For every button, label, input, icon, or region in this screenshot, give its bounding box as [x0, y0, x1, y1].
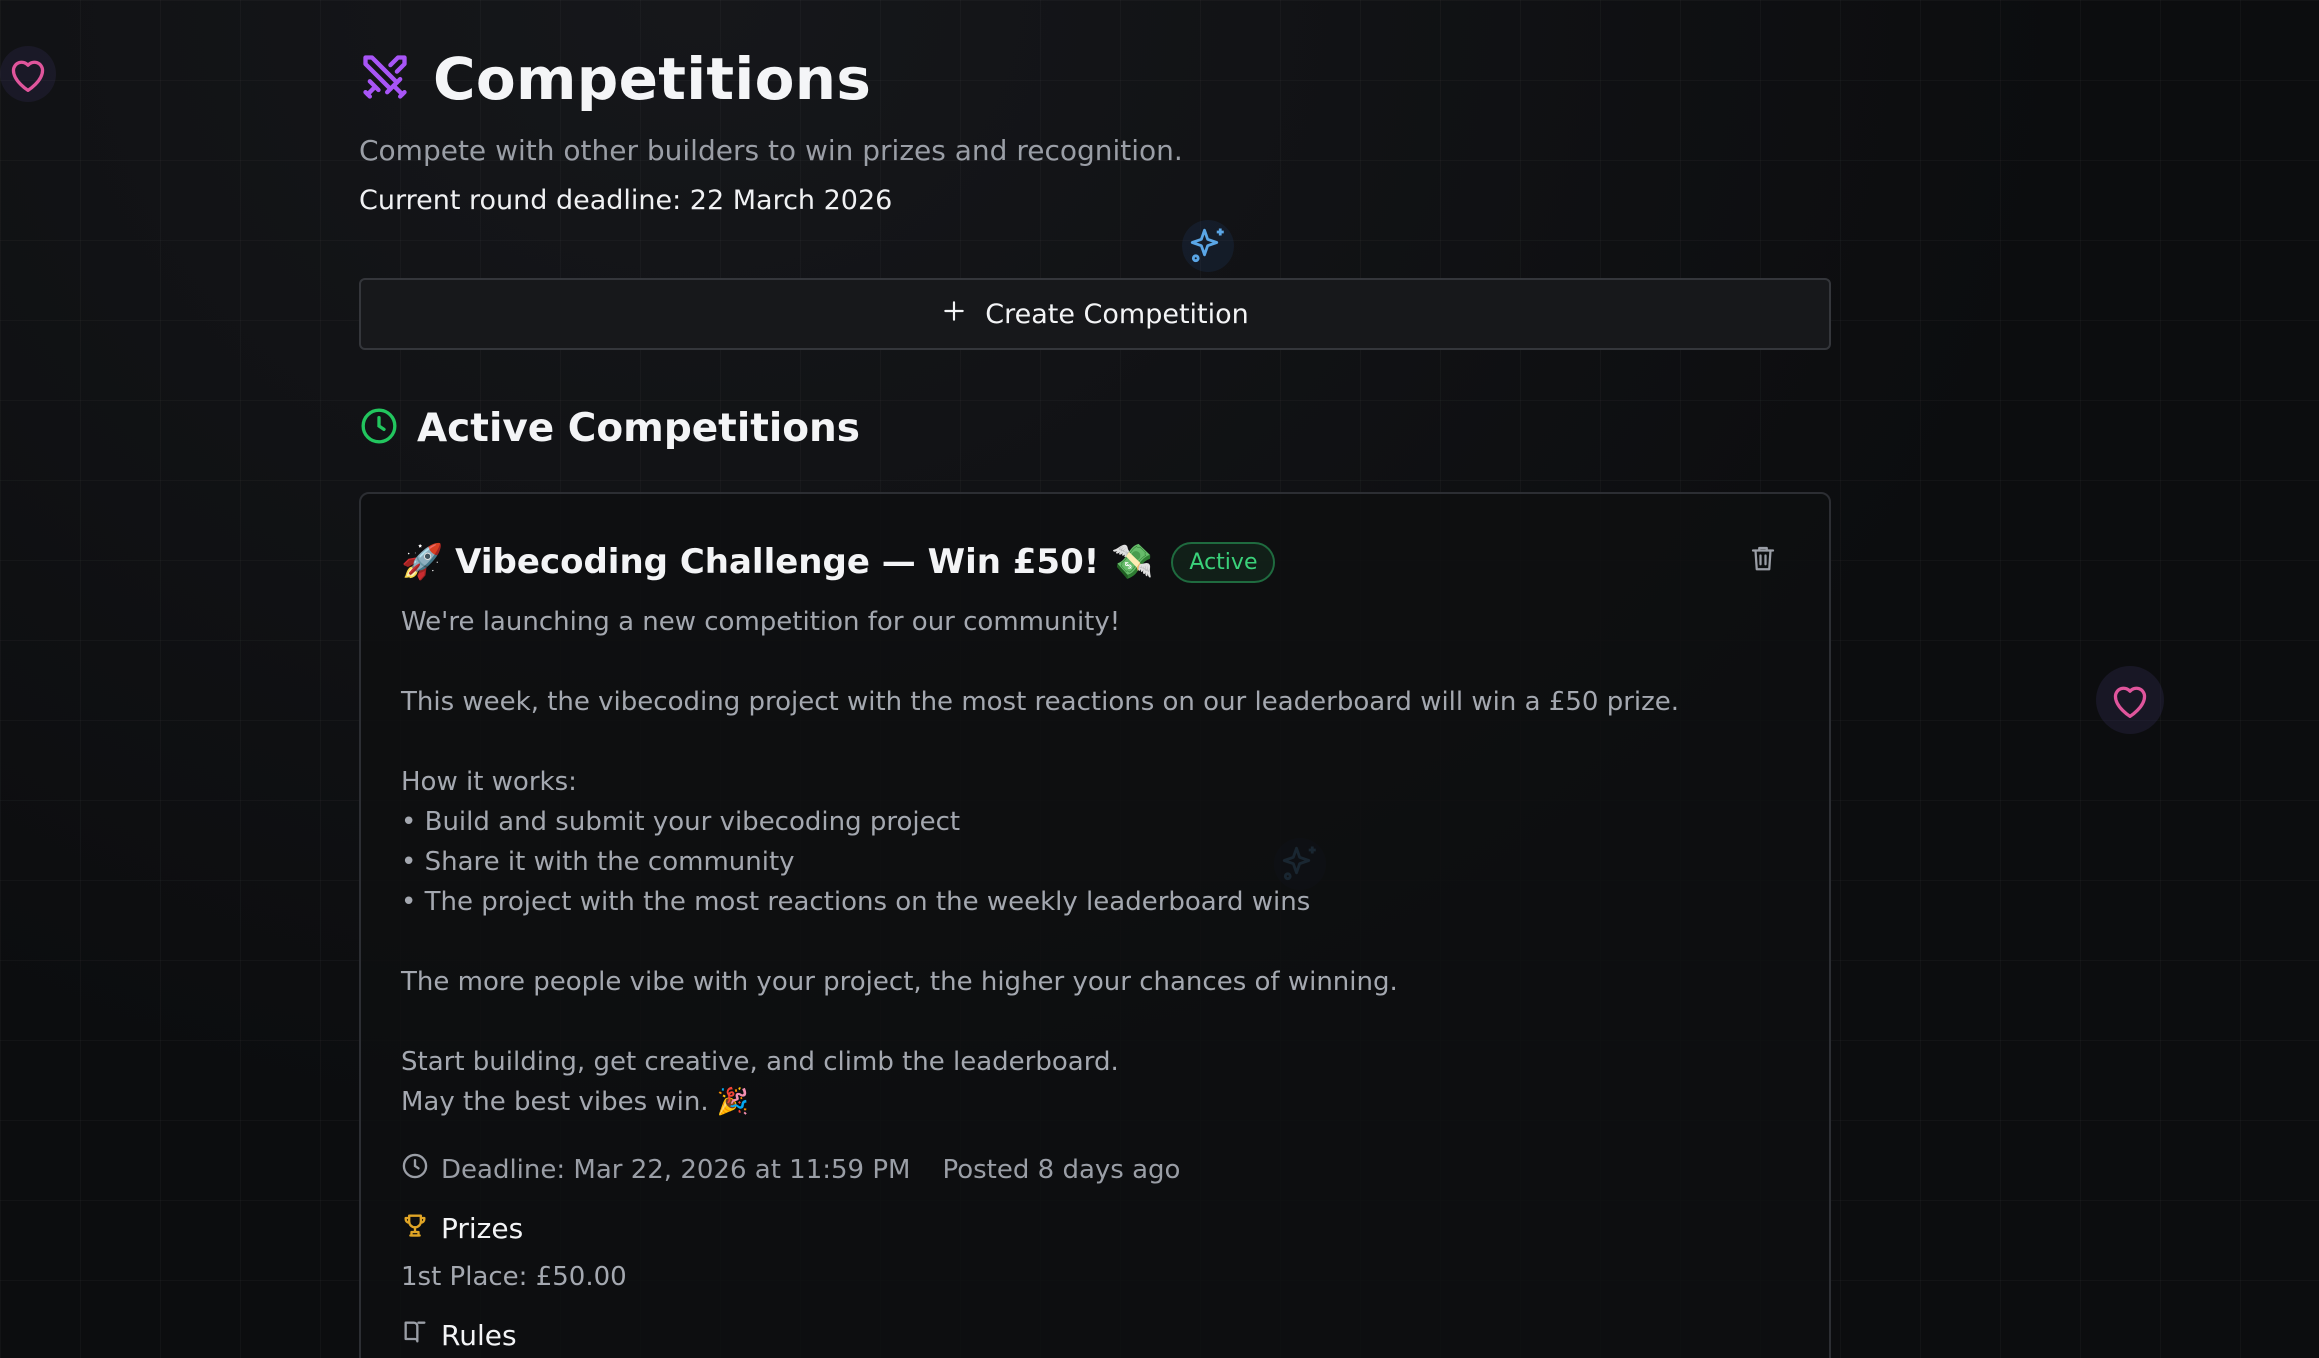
crossed-swords-icon	[359, 51, 411, 107]
create-competition-label: Create Competition	[985, 298, 1249, 330]
status-badge: Active	[1171, 541, 1276, 583]
active-competitions-header: Active Competitions	[359, 404, 1831, 452]
rules-header: Rules	[401, 1318, 1789, 1353]
rules-label: Rules	[441, 1319, 517, 1352]
plus-icon	[941, 298, 967, 331]
description-line	[401, 642, 1789, 682]
description-line: • Build and submit your vibecoding proje…	[401, 807, 961, 837]
competition-card: 🚀 Vibecoding Challenge — Win £50! 💸 Acti…	[359, 492, 1831, 1358]
clock-icon	[359, 406, 399, 450]
trash-icon	[1748, 542, 1778, 578]
description-line: We're launching a new competition for ou…	[401, 607, 1121, 637]
page-header: Competitions	[359, 40, 1831, 118]
description-line: How it works:	[401, 767, 577, 797]
create-competition-button[interactable]: Create Competition	[359, 278, 1831, 350]
description-line: • Share it with the community	[401, 847, 795, 877]
section-title: Active Competitions	[417, 405, 860, 451]
prizes-header: Prizes	[401, 1211, 1789, 1246]
book-icon	[401, 1318, 429, 1353]
prize-first-place: 1st Place: £50.00	[401, 1262, 627, 1292]
trophy-icon	[401, 1211, 429, 1246]
competition-description: We're launching a new competition for ou…	[401, 602, 1789, 1122]
floating-heart-icon	[0, 46, 56, 102]
competitions-page: Competitions Compete with other builders…	[359, 40, 1831, 1358]
competition-card-header: 🚀 Vibecoding Challenge — Win £50! 💸 Acti…	[401, 538, 1789, 586]
posted-time: Posted 8 days ago	[942, 1154, 1181, 1185]
competition-meta: Deadline: Mar 22, 2026 at 11:59 PM Poste…	[401, 1152, 1789, 1187]
prizes-label: Prizes	[441, 1212, 524, 1245]
competition-title: 🚀 Vibecoding Challenge — Win £50! 💸	[401, 542, 1154, 582]
description-line: May the best vibes win. 🎉	[401, 1087, 750, 1117]
competition-deadline: Deadline: Mar 22, 2026 at 11:59 PM	[441, 1154, 911, 1185]
round-deadline: Current round deadline: 22 March 2026	[359, 185, 893, 216]
page-title: Competitions	[433, 45, 872, 113]
description-line: This week, the vibecoding project with t…	[401, 687, 1680, 717]
description-line	[401, 922, 1789, 962]
floating-heart-icon	[2096, 666, 2164, 734]
description-line: Start building, get creative, and climb …	[401, 1047, 1119, 1077]
delete-competition-button[interactable]	[1745, 542, 1781, 578]
description-line	[401, 722, 1789, 762]
page-subtitle: Compete with other builders to win prize…	[359, 134, 1183, 167]
description-line: • The project with the most reactions on…	[401, 887, 1311, 917]
description-line	[401, 1002, 1789, 1042]
description-line: The more people vibe with your project, …	[401, 967, 1398, 997]
clock-icon	[401, 1152, 429, 1187]
